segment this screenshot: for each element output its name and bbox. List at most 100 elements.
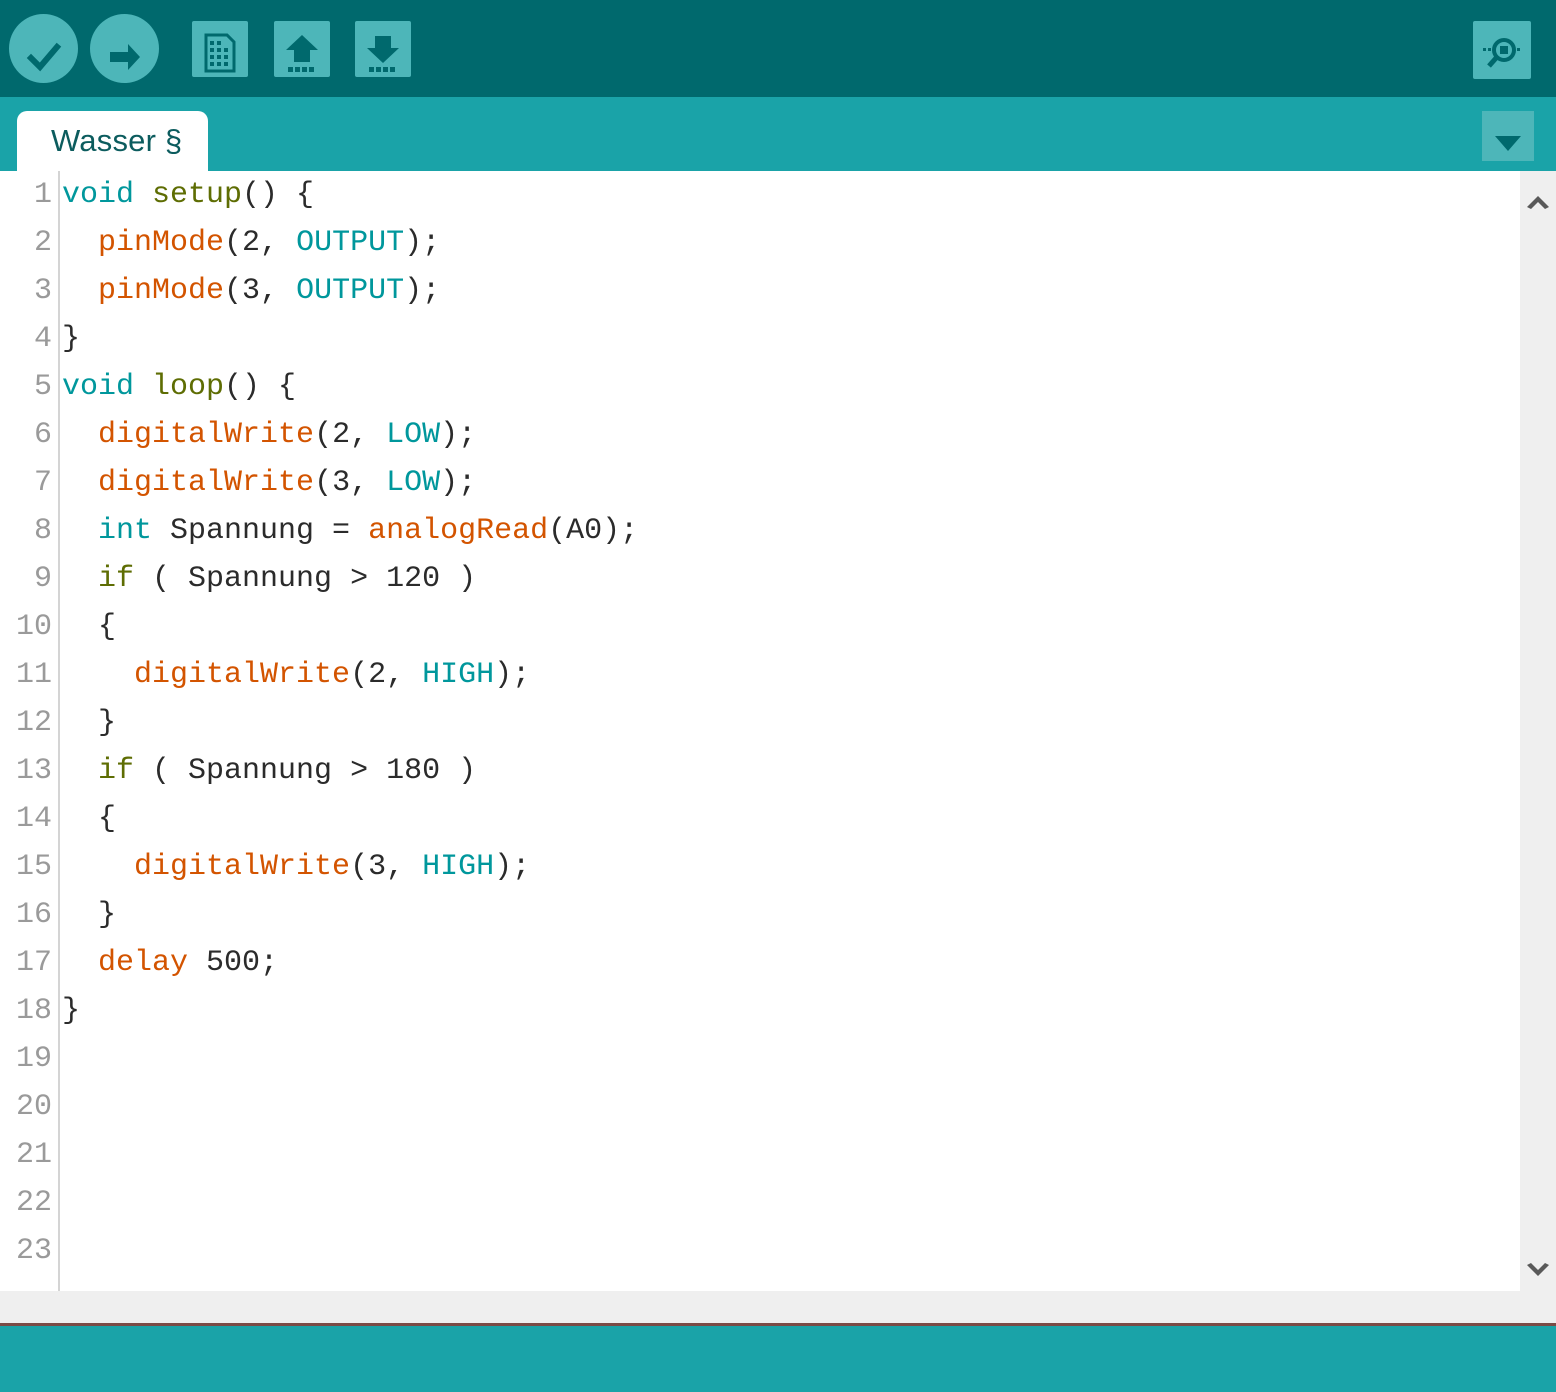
scroll-up-button[interactable] (1520, 177, 1556, 217)
code-token: (2, (314, 418, 387, 452)
serial-monitor-button[interactable] (1473, 21, 1531, 79)
code-token: HIGH (422, 850, 495, 884)
code-token: Spannung = (152, 514, 369, 548)
code-line: 22 (0, 1179, 1520, 1227)
line-number: 17 (15, 946, 52, 980)
chevron-down-icon (1520, 1262, 1556, 1278)
code-token: () { (242, 178, 315, 212)
code-line: 2 pinMode(2, OUTPUT); (0, 219, 1520, 267)
code-token: pinMode (98, 274, 225, 308)
line-text: { (62, 603, 116, 651)
code-token: pinMode (98, 226, 225, 260)
code-token: ); (440, 466, 477, 500)
code-token: void (62, 178, 135, 212)
code-line: 8 int Spannung = analogRead(A0); (0, 507, 1520, 555)
upload-button[interactable] (90, 14, 159, 83)
code-text-area[interactable]: 1 void setup() {2 pinMode(2, OUTPUT); 3 pi… (0, 171, 1520, 1291)
line-number: 21 (15, 1138, 52, 1172)
line-number: 13 (15, 754, 52, 788)
line-text: if ( Spannung > 180 ) (62, 747, 476, 795)
open-sketch-button[interactable] (274, 21, 330, 77)
code-token: delay (98, 946, 189, 980)
tab-menu-button[interactable] (1482, 111, 1534, 161)
arrow-down-icon (355, 32, 411, 74)
line-number: 14 (15, 802, 52, 836)
code-line: 1 void setup() { (0, 171, 1520, 219)
code-token: { (62, 610, 117, 644)
line-number: 6 (33, 418, 52, 452)
code-editor[interactable]: 1 void setup() {2 pinMode(2, OUTPUT); 3 pi… (0, 171, 1556, 1291)
arrow-right-icon (90, 38, 159, 76)
code-line: 3 pinMode(3, OUTPUT); (0, 267, 1520, 315)
line-number: 15 (15, 850, 52, 884)
code-line: 20 (0, 1083, 1520, 1131)
code-line: 19 (0, 1035, 1520, 1083)
line-text: pinMode(2, OUTPUT); (62, 219, 440, 267)
line-text: digitalWrite(3, LOW); (62, 459, 476, 507)
code-token: digitalWrite (134, 658, 351, 692)
sketch-tab-label: Wasser § (51, 123, 183, 158)
code-token: HIGH (422, 658, 495, 692)
line-number: 1 (33, 178, 52, 212)
line-text: } (62, 987, 80, 1035)
code-token: if (98, 562, 135, 596)
new-sketch-button[interactable] (192, 21, 248, 77)
line-text: if ( Spannung > 120 ) (62, 555, 476, 603)
code-token: OUTPUT (296, 226, 405, 260)
line-number: 23 (15, 1234, 52, 1268)
code-token: 500; (188, 946, 279, 980)
code-token: } (62, 994, 81, 1028)
code-line: 12 } (0, 699, 1520, 747)
code-line: 4} (0, 315, 1520, 363)
line-text: void setup() { (62, 171, 314, 219)
line-number: 18 (15, 994, 52, 1028)
line-text: } (62, 891, 116, 939)
code-token: ); (440, 418, 477, 452)
line-text: digitalWrite(3, HIGH); (62, 843, 530, 891)
code-token: } (62, 322, 81, 356)
code-line: 23 (0, 1227, 1520, 1275)
line-number: 10 (15, 610, 52, 644)
line-number: 12 (15, 706, 52, 740)
code-token: analogRead (368, 514, 549, 548)
new-file-icon (192, 32, 248, 74)
tab-bar: Wasser § (0, 97, 1556, 171)
code-token: if (98, 754, 135, 788)
console-panel (0, 1326, 1556, 1392)
code-line: 15 digitalWrite(3, HIGH); (0, 843, 1520, 891)
line-text: void loop() { (62, 363, 296, 411)
line-number: 4 (33, 322, 52, 356)
code-line: 18} (0, 987, 1520, 1035)
code-line: 16 } (0, 891, 1520, 939)
code-token: { (62, 802, 117, 836)
line-text: int Spannung = analogRead(A0); (62, 507, 638, 555)
scroll-down-button[interactable] (1520, 1245, 1556, 1285)
save-sketch-button[interactable] (355, 21, 411, 77)
sketch-tab-wasser[interactable]: Wasser § (17, 111, 209, 171)
vertical-scrollbar[interactable] (1520, 171, 1556, 1291)
check-icon (9, 38, 78, 76)
verify-button[interactable] (9, 14, 78, 83)
line-text: delay 500; (62, 939, 278, 987)
code-token: (3, (350, 850, 423, 884)
code-token: } (62, 898, 117, 932)
line-text: { (62, 795, 116, 843)
chevron-up-icon (1520, 194, 1556, 210)
code-token: int (98, 514, 153, 548)
code-token: ( Spannung > 120 ) (134, 562, 477, 596)
line-number: 9 (33, 562, 52, 596)
line-number: 16 (15, 898, 52, 932)
line-number: 7 (33, 466, 52, 500)
code-token: (A0); (548, 514, 639, 548)
line-number: 22 (15, 1186, 52, 1220)
line-number: 8 (33, 514, 52, 548)
arduino-ide-window: Wasser § 1 void setup() {2 pinMode(2, OUT… (0, 0, 1556, 1392)
code-line: 11 digitalWrite(2, HIGH); (0, 651, 1520, 699)
code-line: 9 if ( Spannung > 120 ) (0, 555, 1520, 603)
